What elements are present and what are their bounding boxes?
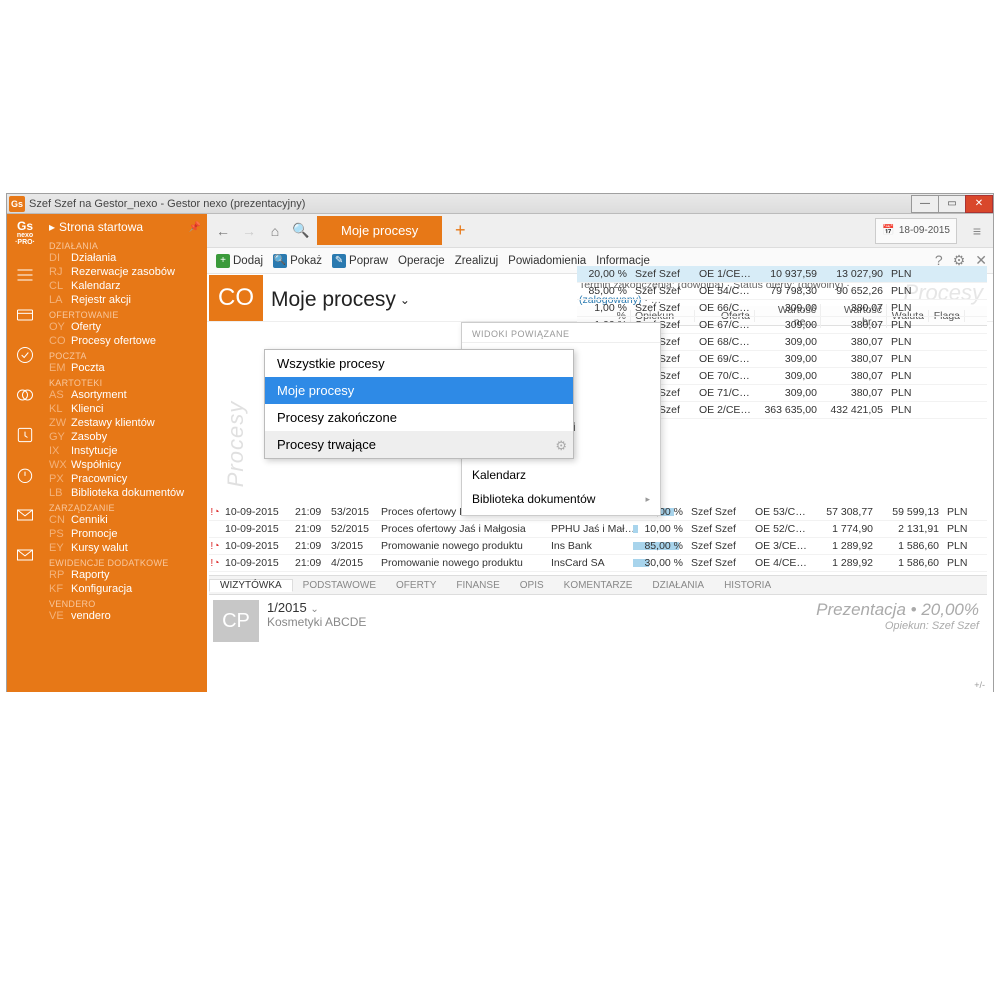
detail-tab[interactable]: PODSTAWOWE bbox=[293, 580, 386, 591]
detail-owner: Opiekun: Szef Szef bbox=[816, 620, 979, 632]
sidebar-item[interactable]: LARejestr akcji bbox=[49, 293, 207, 307]
logo: Gsnexo·PRO· bbox=[15, 220, 35, 246]
detail-subtitle: Kosmetyki ABCDE bbox=[267, 615, 366, 629]
detail-tab[interactable]: KOMENTARZE bbox=[554, 580, 643, 591]
sidebar-item[interactable]: KFKonfiguracja bbox=[49, 582, 207, 596]
forward-icon[interactable]: → bbox=[239, 221, 259, 241]
grid-row[interactable]: 20,00 %Szef SzefOE 1/CE…10 937,5913 027,… bbox=[577, 266, 987, 283]
sidebar-item[interactable]: LBBiblioteka dokumentów bbox=[49, 486, 207, 500]
grid-row[interactable]: 10-09-201521:0952/2015Proces ofertowy Ja… bbox=[209, 521, 987, 538]
search-tab-icon[interactable]: 🔍 bbox=[291, 221, 311, 241]
detail-tab[interactable]: OPIS bbox=[510, 580, 554, 591]
sidebar-item[interactable]: CNCenniki bbox=[49, 513, 207, 527]
sidebar-section: POCZTA bbox=[49, 351, 207, 361]
vertical-ghost: Procesy bbox=[209, 379, 263, 509]
detail-card: CP 1/2015 ⌄ Kosmetyki ABCDE Prezentacja … bbox=[209, 598, 987, 642]
sidebar: ▸ Strona startowa📌 DZIAŁANIADIDziałaniaR… bbox=[43, 214, 207, 692]
show-button[interactable]: 🔍Pokaż bbox=[270, 252, 325, 270]
currency-icon[interactable] bbox=[14, 384, 36, 406]
sidebar-item[interactable]: WXWspółnicy bbox=[49, 458, 207, 472]
sidebar-item[interactable]: OYOferty bbox=[49, 320, 207, 334]
sidebar-item[interactable]: CLKalendarz bbox=[49, 279, 207, 293]
related-item[interactable]: Kalendarz bbox=[462, 463, 660, 487]
overflow-icon[interactable]: ≡ bbox=[967, 223, 987, 239]
edit-button[interactable]: ✎Popraw bbox=[329, 252, 391, 270]
detail-badge: CP bbox=[213, 600, 259, 642]
grid-row[interactable]: !◔10-09-201521:094/2015Promowanie nowego… bbox=[209, 555, 987, 572]
dropdown-settings-icon[interactable]: ⚙ bbox=[555, 438, 567, 454]
mail-icon[interactable] bbox=[14, 544, 36, 566]
add-button[interactable]: +Dodaj bbox=[213, 252, 266, 270]
detail-number[interactable]: 1/2015 ⌄ bbox=[267, 600, 366, 615]
dropdown-option[interactable]: Wszystkie procesy bbox=[265, 350, 573, 377]
detail-tab[interactable]: OFERTY bbox=[386, 580, 446, 591]
operations-button[interactable]: Operacje bbox=[395, 253, 448, 269]
sidebar-section: VENDERO bbox=[49, 599, 207, 609]
active-tab[interactable]: Moje procesy bbox=[317, 216, 442, 245]
realize-button[interactable]: Zrealizuj bbox=[452, 253, 501, 269]
sidebar-section: OFERTOWANIE bbox=[49, 310, 207, 320]
back-icon[interactable]: ← bbox=[213, 221, 233, 241]
sidebar-section: ZARZĄDZANIE bbox=[49, 503, 207, 513]
sidebar-section: KARTOTEKI bbox=[49, 378, 207, 388]
detail-tab[interactable]: WIZYTÓWKA bbox=[209, 579, 293, 592]
date-picker[interactable]: 📅 18-09-2015 bbox=[875, 218, 957, 244]
detail-stage: Prezentacja • 20,00% bbox=[816, 600, 979, 620]
sidebar-item[interactable]: RPRaporty bbox=[49, 568, 207, 582]
sidebar-item[interactable]: COProcesy ofertowe bbox=[49, 334, 207, 348]
window-title: Szef Szef na Gestor_nexo - Gestor nexo (… bbox=[29, 198, 305, 210]
sidebar-item[interactable]: PSPromocje bbox=[49, 527, 207, 541]
sidebar-item[interactable]: ASAsortyment bbox=[49, 388, 207, 402]
tab-bar: ← → ⌂ 🔍 Moje procesy + 📅 18-09-2015 ≡ bbox=[207, 214, 993, 248]
pin-icon[interactable]: 📌 bbox=[189, 222, 201, 233]
sidebar-item[interactable]: ZWZestawy klientów bbox=[49, 416, 207, 430]
view-dropdown: Wszystkie procesyMoje procesyProcesy zak… bbox=[264, 349, 574, 459]
dropdown-option[interactable]: Moje procesy bbox=[265, 377, 573, 404]
home-icon[interactable]: ⌂ bbox=[265, 221, 285, 241]
sidebar-item[interactable]: RJRezerwacje zasobów bbox=[49, 265, 207, 279]
app-icon: Gs bbox=[9, 196, 25, 212]
clock-square-icon[interactable] bbox=[14, 424, 36, 446]
sidebar-item[interactable]: KLKlienci bbox=[49, 402, 207, 416]
detail-tabs: WIZYTÓWKAPODSTAWOWEOFERTYFINANSEOPISKOME… bbox=[209, 575, 987, 595]
minimize-button[interactable]: — bbox=[911, 195, 939, 213]
sidebar-section: DZIAŁANIA bbox=[49, 241, 207, 251]
menu-icon[interactable] bbox=[14, 264, 36, 286]
sidebar-item[interactable]: DIDziałania bbox=[49, 251, 207, 265]
sidebar-item[interactable]: EMPoczta bbox=[49, 361, 207, 375]
grid-row[interactable]: 1,00 %Szef SzefOE 66/C…309,00380,07PLN bbox=[577, 300, 987, 317]
related-item[interactable]: Biblioteka dokumentów▸ bbox=[462, 487, 660, 511]
detail-tab[interactable]: HISTORIA bbox=[714, 580, 781, 591]
maximize-button[interactable]: ▭ bbox=[938, 195, 966, 213]
sidebar-section: EWIDENCJE DODATKOWE bbox=[49, 558, 207, 568]
close-button[interactable]: ✕ bbox=[965, 195, 993, 213]
new-tab-button[interactable]: + bbox=[448, 220, 472, 241]
grid-row[interactable]: !◔10-09-201521:093/2015Promowanie nowego… bbox=[209, 538, 987, 555]
sidebar-item[interactable]: GYZasoby bbox=[49, 430, 207, 444]
main-area: ← → ⌂ 🔍 Moje procesy + 📅 18-09-2015 ≡ +D… bbox=[207, 214, 993, 692]
icon-rail: Gsnexo·PRO· bbox=[7, 214, 43, 692]
module-badge: CO bbox=[209, 275, 263, 321]
dropdown-option[interactable]: Procesy trwające bbox=[265, 431, 573, 458]
related-header: WIDOKI POWIĄZANE bbox=[462, 323, 660, 343]
sidebar-item[interactable]: VEvendero bbox=[49, 609, 207, 623]
detail-tab[interactable]: FINANSE bbox=[446, 580, 509, 591]
sidebar-item[interactable]: EYKursy walut bbox=[49, 541, 207, 555]
sidebar-item[interactable]: IXInstytucje bbox=[49, 444, 207, 458]
dropdown-option[interactable]: Procesy zakończone bbox=[265, 404, 573, 431]
check-circle-icon[interactable] bbox=[14, 344, 36, 366]
app-window: Gs Szef Szef na Gestor_nexo - Gestor nex… bbox=[6, 193, 994, 692]
titlebar: Gs Szef Szef na Gestor_nexo - Gestor nex… bbox=[7, 194, 993, 214]
sidebar-item[interactable]: PXPracownicy bbox=[49, 472, 207, 486]
detail-tab[interactable]: DZIAŁANIA bbox=[642, 580, 714, 591]
sidebar-start[interactable]: ▸ Strona startowa📌 bbox=[49, 218, 207, 238]
grid-row[interactable]: 85,00 %Szef SzefOE 54/C…79 798,3090 652,… bbox=[577, 283, 987, 300]
mail-check-icon[interactable] bbox=[14, 504, 36, 526]
view-selector[interactable]: Moje procesy ⌄ bbox=[263, 274, 418, 321]
timer-icon[interactable] bbox=[14, 464, 36, 486]
card-icon[interactable] bbox=[14, 304, 36, 326]
expand-toggle[interactable]: +/- bbox=[974, 680, 985, 690]
